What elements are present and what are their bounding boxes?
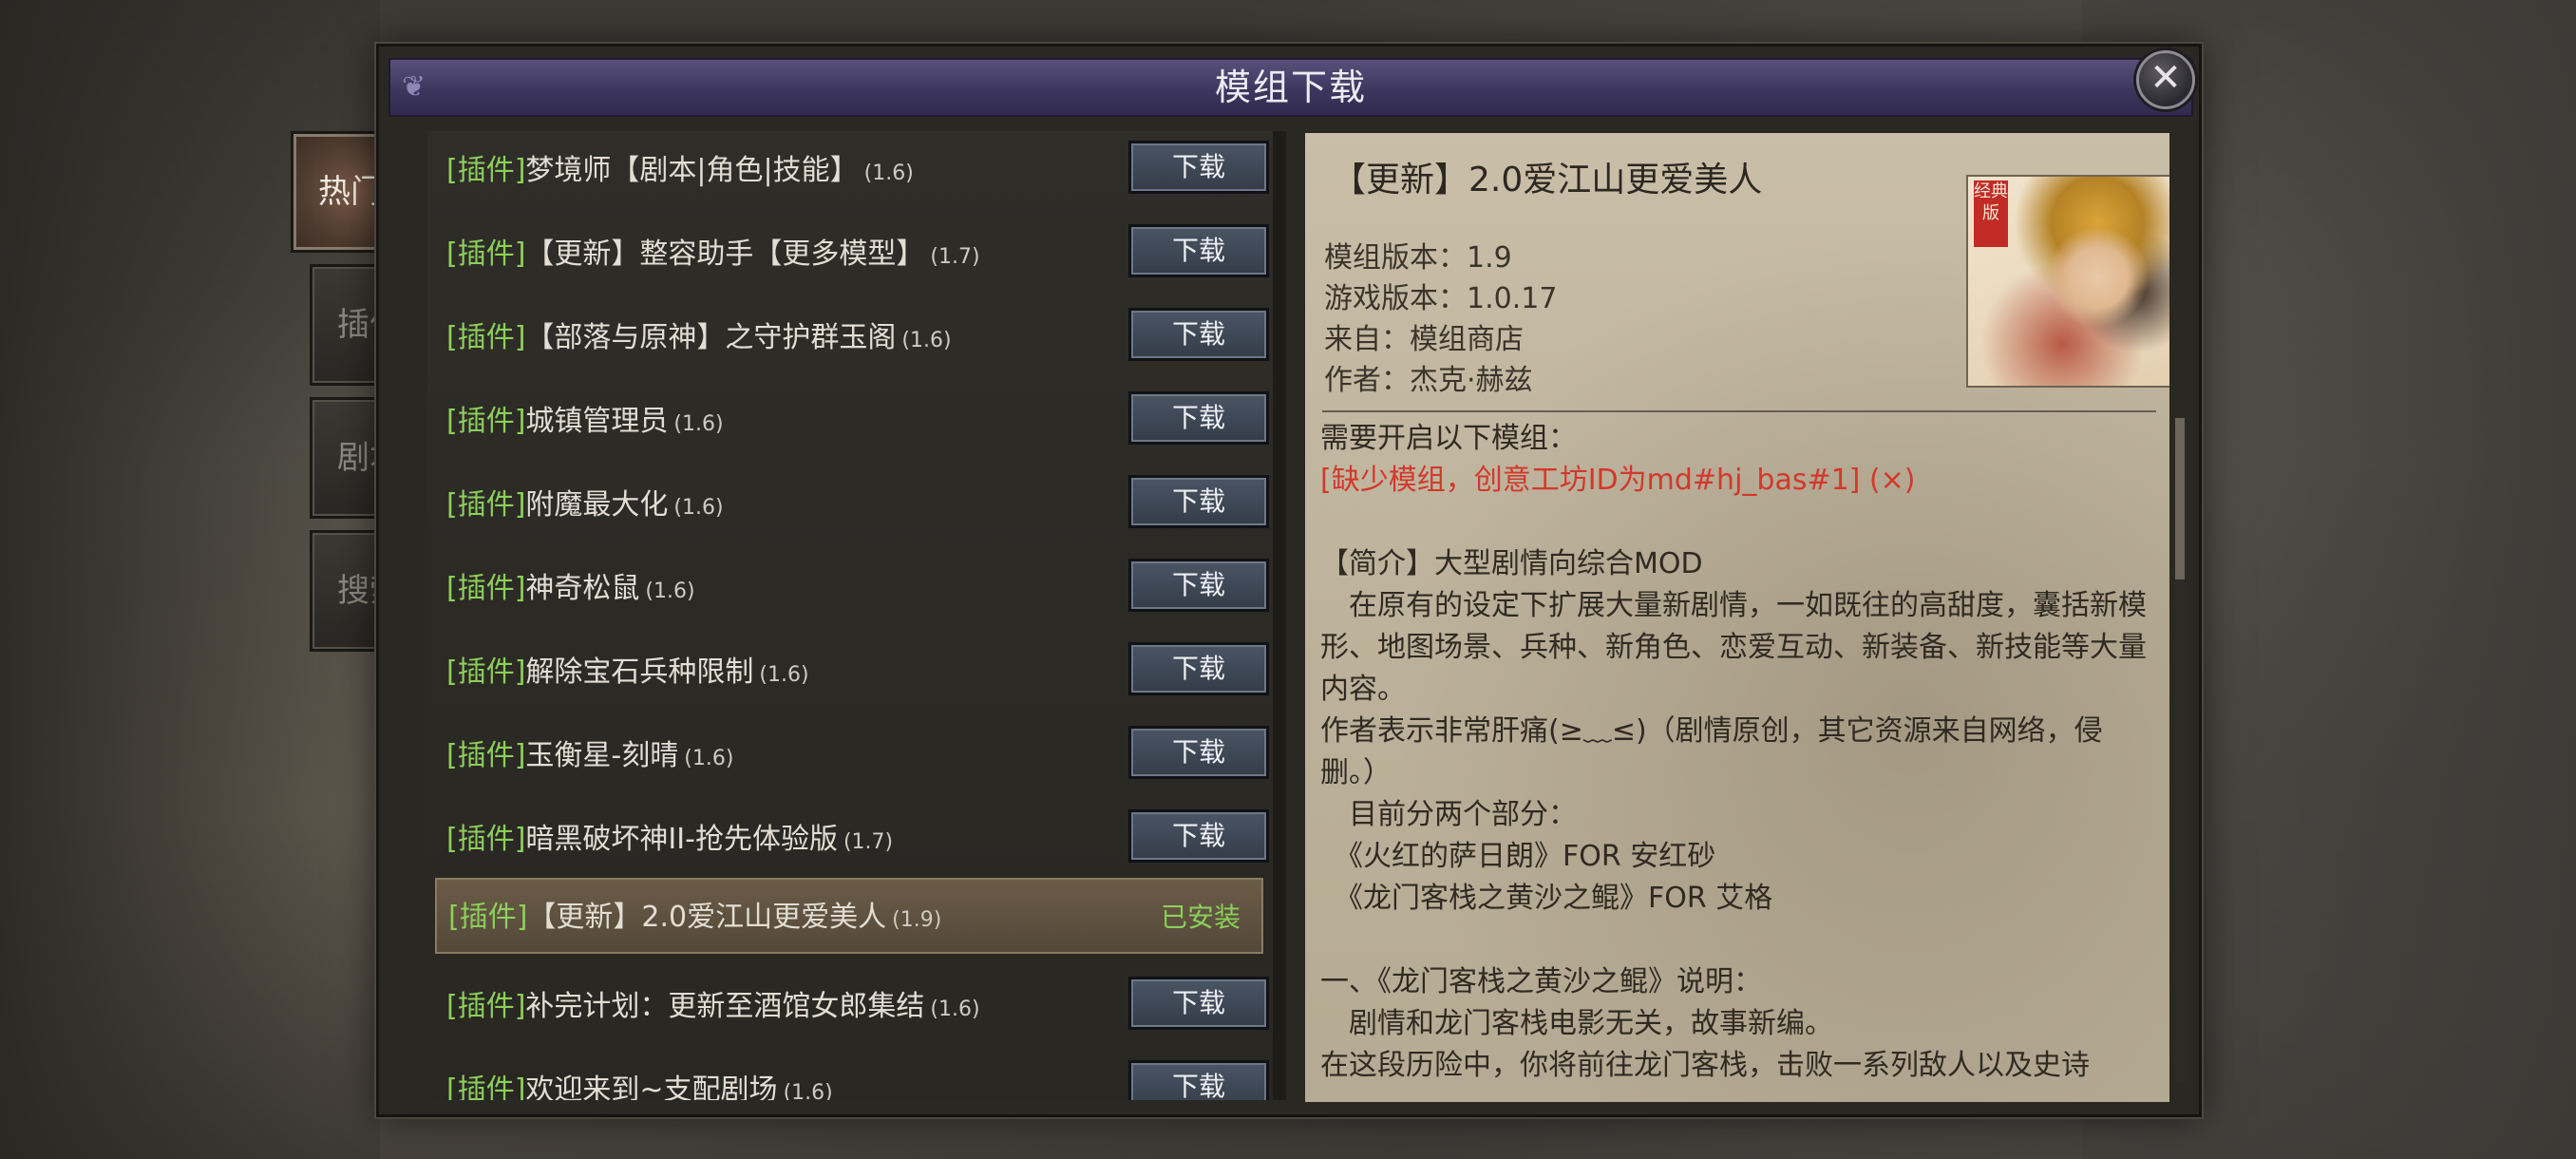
- mod-name: 神奇松鼠: [525, 572, 640, 605]
- download-button[interactable]: 下载: [1128, 224, 1269, 277]
- mod-tag: [插件]: [446, 572, 526, 605]
- mod-name: 梦境师【剧本|角色|技能】: [525, 154, 859, 187]
- dialog-title: 模组下载: [1214, 66, 1367, 108]
- download-button[interactable]: 下载: [1128, 475, 1269, 528]
- list-item[interactable]: [插件]玉衡星-刻晴 (1.6) 下载: [435, 716, 1269, 796]
- download-button[interactable]: 下载: [1128, 642, 1269, 695]
- mod-tag: [插件]: [446, 321, 526, 354]
- section-paragraph: 在这段历险中，你将前往龙门客栈，击败一系列敌人以及史诗: [1320, 1049, 2090, 1082]
- list-item[interactable]: [插件]城镇管理员 (1.6) 下载: [435, 382, 1269, 462]
- download-button[interactable]: 下载: [1128, 726, 1269, 779]
- list-item[interactable]: [插件]欢迎来到~支配剧场 (1.6) 下载: [435, 1051, 1269, 1100]
- download-button[interactable]: 下载: [1128, 977, 1269, 1030]
- download-button[interactable]: 下载: [1128, 308, 1269, 361]
- download-button[interactable]: 下载: [1128, 141, 1269, 194]
- mod-name: 附魔最大化: [525, 488, 669, 522]
- mod-version: (1.6): [684, 747, 734, 770]
- detail-title: 【更新】2.0爱江山更爱美人: [1332, 161, 1763, 200]
- game-version-info: 游戏版本：1.0.17: [1324, 282, 1558, 315]
- mod-version: (1.6): [759, 663, 809, 687]
- mod-tag: [插件]: [446, 488, 526, 522]
- list-item[interactable]: [插件]解除宝石兵种限制 (1.6) 下载: [435, 633, 1269, 712]
- mod-tag: [插件]: [446, 823, 526, 856]
- source-info: 来自：模组商店: [1324, 323, 1524, 356]
- mod-version: (1.6): [901, 329, 952, 352]
- mod-version: (1.6): [863, 162, 914, 185]
- download-button[interactable]: 下载: [1128, 1060, 1269, 1100]
- part-item: 《龙门客栈之黄沙之鲲》FOR 艾格: [1320, 882, 1773, 915]
- list-item-selected[interactable]: [插件]【更新】2.0爱江山更爱美人 (1.9) 已安装: [435, 878, 1263, 954]
- intro-paragraph: 目前分两个部分：: [1320, 798, 1577, 831]
- download-button[interactable]: 下载: [1128, 391, 1269, 445]
- missing-mod-link[interactable]: [缺少模组，创意工坊ID为md#hj_bas#1] (×): [1320, 460, 2156, 502]
- mod-version: (1.6): [930, 998, 980, 1021]
- mod-name: 补完计划：更新至酒馆女郎集结: [525, 990, 925, 1023]
- section-heading: 一、《龙门客栈之黄沙之鲲》说明：: [1320, 965, 1762, 998]
- mod-version: (1.6): [645, 580, 695, 603]
- list-item[interactable]: [插件]补完计划：更新至酒馆女郎集结 (1.6) 下载: [435, 967, 1269, 1047]
- section-paragraph: 剧情和龙门客栈电影无关，故事新编。: [1320, 1007, 1833, 1040]
- thumbnail-seal: 经典版: [1974, 180, 2008, 247]
- close-button[interactable]: ✕: [2136, 50, 2195, 109]
- mod-version: (1.6): [673, 412, 724, 436]
- mod-tag: [插件]: [446, 1074, 526, 1100]
- download-button[interactable]: 下载: [1128, 809, 1269, 863]
- mod-thumbnail: 经典版: [1966, 175, 2169, 388]
- mod-name: 欢迎来到~支配剧场: [525, 1074, 778, 1100]
- detail-scrollbar-thumb[interactable]: [2175, 418, 2185, 580]
- mod-name: 【更新】整容助手【更多模型】: [525, 238, 925, 271]
- title-bar: ❦ 模组下载 ❦: [388, 58, 2193, 117]
- mod-tag: [插件]: [446, 990, 526, 1023]
- mod-tag: [插件]: [446, 656, 526, 689]
- mod-tag: [插件]: [448, 901, 528, 934]
- mod-version: (1.9): [892, 908, 942, 932]
- list-item[interactable]: [插件]暗黑破坏神II-抢先体验版 (1.7) 下载: [435, 800, 1269, 880]
- list-item[interactable]: [插件]附魔最大化 (1.6) 下载: [435, 466, 1269, 545]
- mod-name: 【部落与原神】之守护群玉阁: [525, 321, 897, 354]
- mod-list[interactable]: [插件]梦境师【剧本|角色|技能】 (1.6) 下载 [插件]【更新】整容助手【更…: [427, 131, 1273, 1100]
- mod-version: (1.6): [783, 1081, 833, 1100]
- list-scrollbar[interactable]: [1273, 131, 1286, 1100]
- mod-detail-panel: 【更新】2.0爱江山更爱美人 模组版本：1.9 游戏版本：1.0.17 来自：模…: [1303, 131, 2171, 1104]
- close-icon: ✕: [2150, 56, 2182, 100]
- divider: [1322, 410, 2156, 412]
- intro-paragraph: 在原有的设定下扩展大量新剧情，一如既往的高甜度，囊括新模形、地图场景、兵种、新角…: [1320, 589, 2147, 706]
- list-item[interactable]: [插件]神奇松鼠 (1.6) 下载: [435, 549, 1269, 629]
- mod-name: 【更新】2.0爱江山更爱美人: [527, 901, 887, 934]
- list-item[interactable]: [插件]【部落与原神】之守护群玉阁 (1.6) 下载: [435, 298, 1269, 378]
- part-item: 《火红的萨日朗》FOR 安红砂: [1320, 840, 1716, 873]
- download-button[interactable]: 下载: [1128, 559, 1269, 612]
- mod-tag: [插件]: [446, 238, 526, 271]
- list-item[interactable]: [插件]【更新】整容助手【更多模型】 (1.7) 下载: [435, 215, 1269, 294]
- mod-version: (1.7): [843, 830, 894, 854]
- requires-label: 需要开启以下模组：: [1320, 422, 1577, 455]
- author-info: 作者：杰克·赫兹: [1324, 364, 1533, 397]
- mod-name: 城镇管理员: [525, 405, 669, 438]
- mod-tag: [插件]: [446, 405, 526, 438]
- mod-version-info: 模组版本：1.9: [1324, 241, 1512, 275]
- mod-name: 玉衡星-刻晴: [525, 739, 679, 772]
- mod-name: 暗黑破坏神II-抢先体验版: [525, 823, 838, 856]
- intro-title: 【简介】大型剧情向综合MOD: [1320, 547, 1703, 580]
- mod-meta: 模组版本：1.9 游戏版本：1.0.17 来自：模组商店 作者：杰克·赫兹: [1324, 238, 1557, 401]
- mod-name: 解除宝石兵种限制: [525, 656, 754, 689]
- installed-badge: 已安装: [1160, 902, 1241, 933]
- mod-version: (1.7): [930, 245, 980, 269]
- list-item[interactable]: [插件]梦境师【剧本|角色|技能】 (1.6) 下载: [435, 131, 1269, 211]
- mod-tag: [插件]: [446, 739, 526, 772]
- mod-tag: [插件]: [446, 154, 526, 187]
- intro-paragraph: 作者表示非常肝痛(≥﹏≤)（剧情原创，其它资源来自网络，侵删。）: [1320, 714, 2103, 789]
- mod-version: (1.6): [673, 496, 724, 520]
- mod-description: 需要开启以下模组： [缺少模组，创意工坊ID为md#hj_bas#1] (×) …: [1320, 418, 2156, 1087]
